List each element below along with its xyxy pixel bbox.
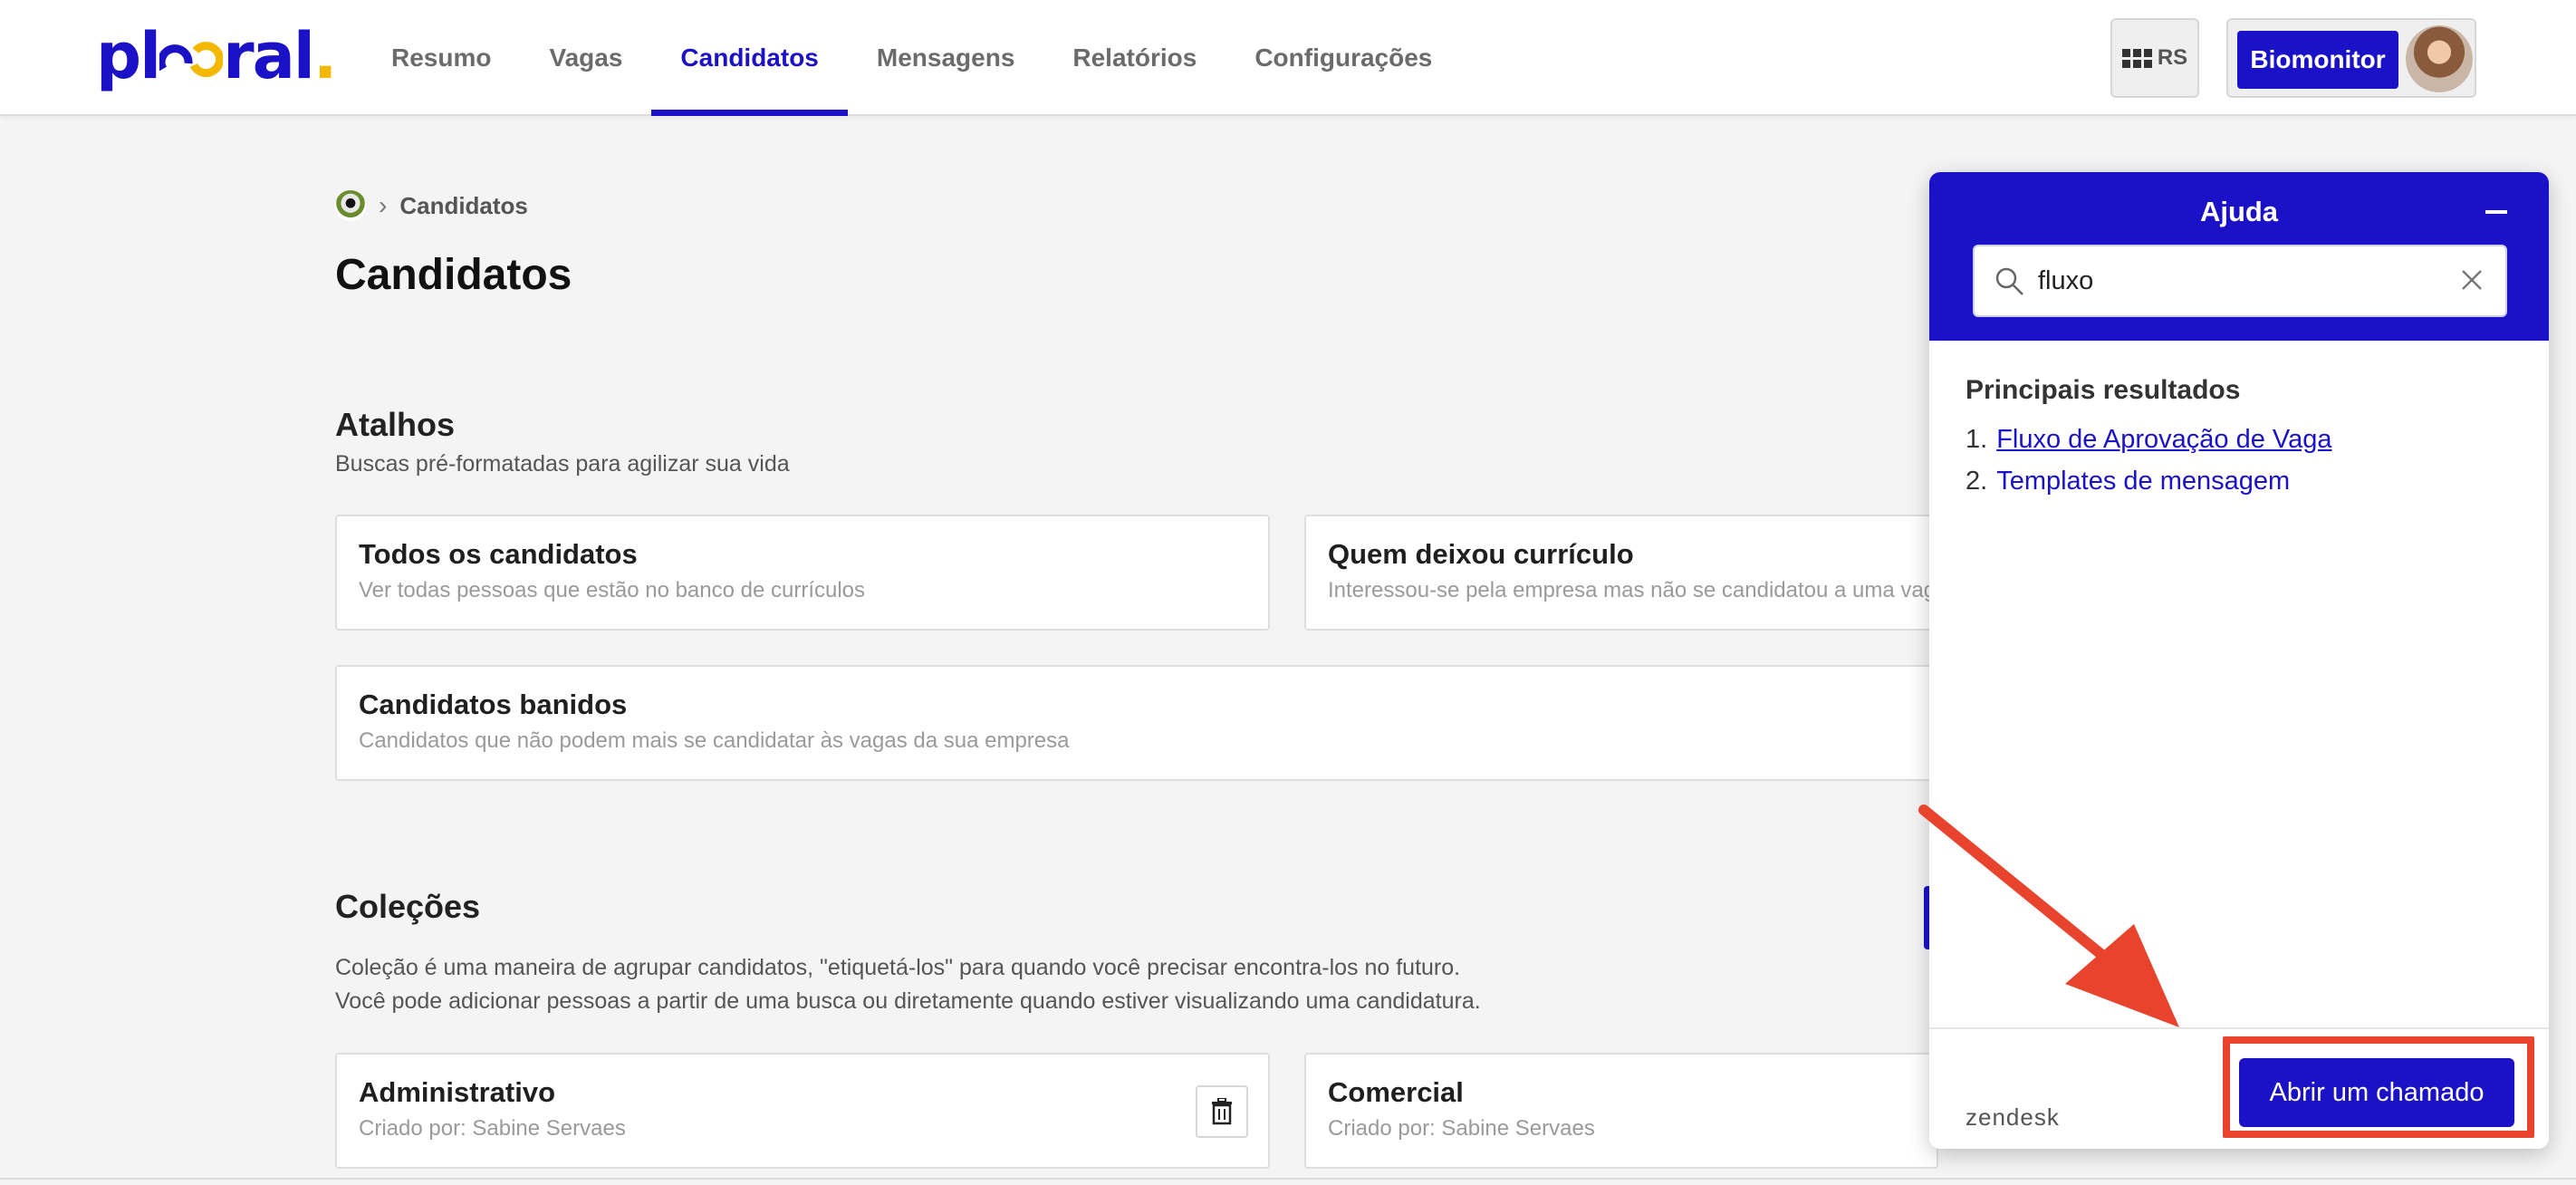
user-avatar[interactable] bbox=[2406, 25, 2473, 92]
apps-switcher-button[interactable]: RS bbox=[2110, 18, 2199, 98]
help-search-box bbox=[1973, 245, 2507, 317]
result-item: 1. Fluxo de Aprovação de Vaga bbox=[1966, 419, 2331, 460]
top-header: pl ral. Resumo Vagas Candidatos Mensagens… bbox=[0, 0, 2576, 116]
card-title: Quem deixou currículo bbox=[1328, 538, 1634, 570]
annotation-highlight-box bbox=[2223, 1036, 2534, 1138]
collections-description-line-2: Você pode adicionar pessoas a partir de … bbox=[335, 988, 1481, 1014]
logo-oo-icon bbox=[157, 42, 225, 78]
shortcuts-title: Atalhos bbox=[335, 406, 456, 443]
company-name-button[interactable]: Biomonitor bbox=[2237, 31, 2398, 89]
zendesk-logo[interactable]: zendesk bbox=[1966, 1103, 2060, 1132]
card-title: Candidatos banidos bbox=[359, 689, 628, 720]
company-home-icon[interactable] bbox=[335, 190, 366, 221]
card-description: Ver todas pessoas que estão no banco de … bbox=[359, 578, 866, 602]
trash-icon bbox=[1212, 1098, 1232, 1125]
shortcuts-subtitle: Buscas pré-formatadas para agilizar sua … bbox=[335, 451, 790, 477]
page-bottom-divider bbox=[0, 1178, 2576, 1180]
result-link-templates-mensagem[interactable]: Templates de mensagem bbox=[1996, 460, 2290, 502]
minimize-icon[interactable] bbox=[2485, 210, 2507, 214]
card-title: Todos os candidatos bbox=[359, 538, 638, 570]
close-icon[interactable] bbox=[2460, 268, 2484, 292]
breadcrumb-current: Candidatos bbox=[399, 191, 528, 219]
shortcut-card-all-candidates[interactable]: Todos os candidatos Ver todas pessoas qu… bbox=[335, 515, 1270, 631]
main-nav: Resumo Vagas Candidatos Mensagens Relató… bbox=[362, 0, 1461, 116]
card-description: Criado por: Sabine Servaes bbox=[1328, 1116, 1595, 1141]
logo-part-2: ral bbox=[223, 19, 315, 93]
collections-description-line-1: Coleção é uma maneira de agrupar candida… bbox=[335, 955, 1461, 980]
nav-mensagens[interactable]: Mensagens bbox=[848, 0, 1044, 116]
collection-card-comercial[interactable]: Comercial Criado por: Sabine Servaes bbox=[1304, 1053, 1938, 1169]
card-description: Candidatos que não podem mais se candida… bbox=[359, 728, 1070, 753]
delete-collection-button[interactable] bbox=[1196, 1085, 1248, 1138]
card-title: Comercial bbox=[1328, 1076, 1464, 1108]
results-title: Principais resultados bbox=[1966, 375, 2241, 405]
collection-card-administrativo[interactable]: Administrativo Criado por: Sabine Servae… bbox=[335, 1053, 1270, 1169]
result-item: 2. Templates de mensagem bbox=[1966, 460, 2331, 502]
results-list: 1. Fluxo de Aprovação de Vaga 2. Templat… bbox=[1966, 419, 2331, 502]
collections-title: Coleções bbox=[335, 888, 481, 925]
page-title: Candidatos bbox=[335, 251, 572, 299]
result-link-fluxo-aprovacao[interactable]: Fluxo de Aprovação de Vaga bbox=[1996, 419, 2331, 460]
nav-configuracoes[interactable]: Configurações bbox=[1226, 0, 1461, 116]
nav-relatorios[interactable]: Relatórios bbox=[1043, 0, 1226, 116]
help-search-input[interactable] bbox=[2038, 261, 2437, 301]
grid-icon bbox=[2121, 48, 2152, 68]
logo-part-1: pl bbox=[96, 19, 161, 93]
nav-resumo[interactable]: Resumo bbox=[362, 0, 520, 116]
card-description: Criado por: Sabine Servaes bbox=[359, 1116, 626, 1141]
plooral-logo[interactable]: pl ral. bbox=[96, 19, 338, 93]
result-number: 1. bbox=[1966, 425, 1988, 454]
card-description: Interessou-se pela empresa mas não se ca… bbox=[1328, 578, 1938, 602]
card-title: Administrativo bbox=[359, 1076, 556, 1108]
shortcut-card-banned-candidates[interactable]: Candidatos banidos Candidatos que não po… bbox=[335, 665, 1938, 781]
annotation-arrow-icon bbox=[1918, 804, 2179, 1027]
nav-candidatos[interactable]: Candidatos bbox=[651, 0, 849, 116]
help-title: Ajuda bbox=[2199, 196, 2279, 227]
result-number: 2. bbox=[1966, 467, 1988, 496]
shortcut-card-left-resume[interactable]: Quem deixou currículo Interessou-se pela… bbox=[1304, 515, 1938, 631]
logo-dot: . bbox=[312, 19, 338, 93]
search-icon bbox=[1995, 267, 2023, 295]
nav-vagas[interactable]: Vagas bbox=[520, 0, 651, 116]
apps-label: RS bbox=[2157, 45, 2188, 70]
help-header: Ajuda bbox=[1929, 172, 2549, 341]
breadcrumb: › Candidatos bbox=[335, 190, 528, 221]
account-menu[interactable]: Biomonitor bbox=[2226, 18, 2476, 98]
chevron-right-icon: › bbox=[379, 191, 388, 219]
